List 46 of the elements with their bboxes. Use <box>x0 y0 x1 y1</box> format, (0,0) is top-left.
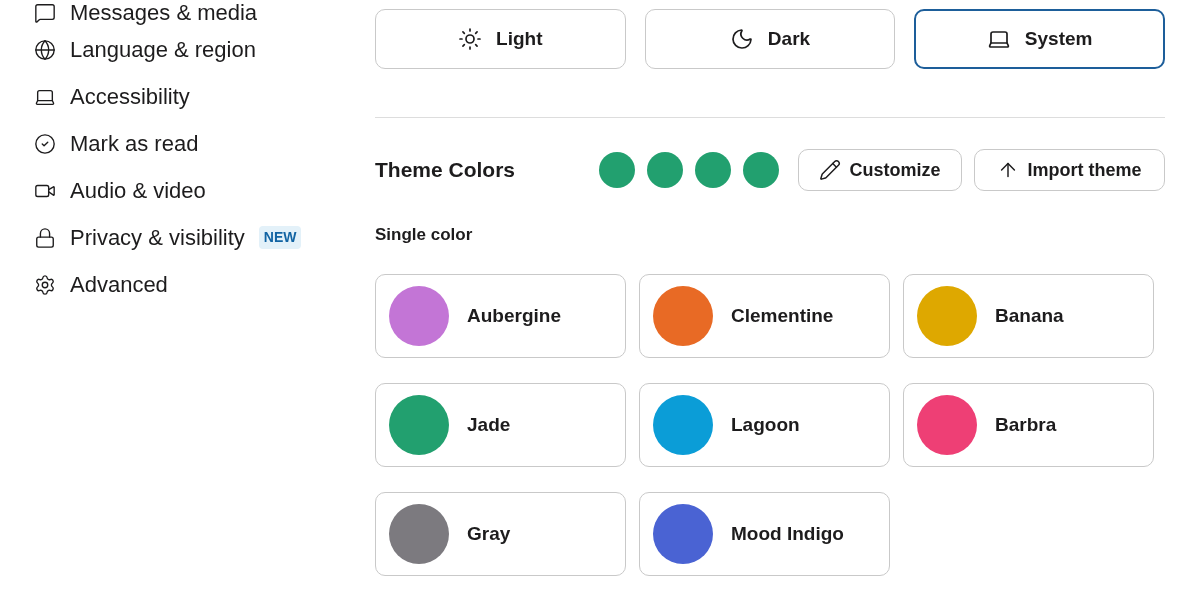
sidebar-item[interactable]: Accessibility <box>34 73 334 120</box>
section-title: Theme Colors <box>375 157 516 184</box>
theme-name: Banana <box>995 303 1064 328</box>
theme-option-card[interactable]: Lagoon <box>639 383 890 467</box>
sidebar-item-label: Privacy & visibility <box>70 224 245 251</box>
sidebar-item-label: Mark as read <box>70 130 199 157</box>
customize-button[interactable]: Customize <box>798 149 962 191</box>
sidebar-item[interactable]: Audio & video <box>34 167 334 214</box>
appearance-mode-button[interactable]: Dark <box>644 9 896 69</box>
sidebar-item[interactable]: Privacy & visibility NEW <box>34 214 334 261</box>
new-badge: NEW <box>258 226 302 249</box>
settings-icon <box>34 273 56 296</box>
appearance-mode-button[interactable]: Light <box>375 9 626 69</box>
theme-name: Barbra <box>995 412 1057 437</box>
theme-option-card[interactable]: Aubergine <box>375 274 626 358</box>
lock-icon <box>34 226 56 249</box>
chat-bubble-icon <box>34 2 56 24</box>
check-circle-icon <box>34 132 56 155</box>
theme-name: Jade <box>467 412 511 437</box>
theme-option-card[interactable]: Clementine <box>639 274 890 358</box>
theme-name: Aubergine <box>467 303 561 328</box>
appearance-mode-button[interactable]: System <box>914 9 1165 69</box>
theme-name: Mood Indigo <box>731 521 844 546</box>
theme-option-card[interactable]: Jade <box>375 383 626 467</box>
sidebar-item-label: Audio & video <box>70 177 206 204</box>
sidebar-item-label: Language & region <box>70 36 256 63</box>
theme-name: Gray <box>467 521 511 546</box>
theme-option-card[interactable]: Banana <box>903 274 1154 358</box>
theme-option-card[interactable]: Barbra <box>903 383 1154 467</box>
sun-icon <box>458 27 483 51</box>
globe-icon <box>34 38 56 61</box>
theme-name: Clementine <box>731 303 834 328</box>
sidebar-item[interactable]: Mark as read <box>34 120 334 167</box>
pencil-icon <box>819 159 842 181</box>
sidebar-item[interactable]: Messages & media <box>34 0 334 26</box>
sidebar-item-label: Accessibility <box>70 83 190 110</box>
theme-option-card[interactable]: Mood Indigo <box>639 492 890 576</box>
sidebar-item-label: Messages & media <box>70 0 258 26</box>
theme-name: Lagoon <box>731 412 800 437</box>
sidebar-item[interactable]: Advanced <box>34 261 334 308</box>
sidebar-item[interactable]: Language & region <box>34 26 334 73</box>
theme-option-card[interactable]: Gray <box>375 492 626 576</box>
import-theme-button[interactable]: Import theme <box>974 149 1165 191</box>
moon-icon <box>729 27 754 51</box>
sidebar-item-label: Advanced <box>70 271 168 298</box>
section-subtitle: Single color <box>375 225 473 245</box>
